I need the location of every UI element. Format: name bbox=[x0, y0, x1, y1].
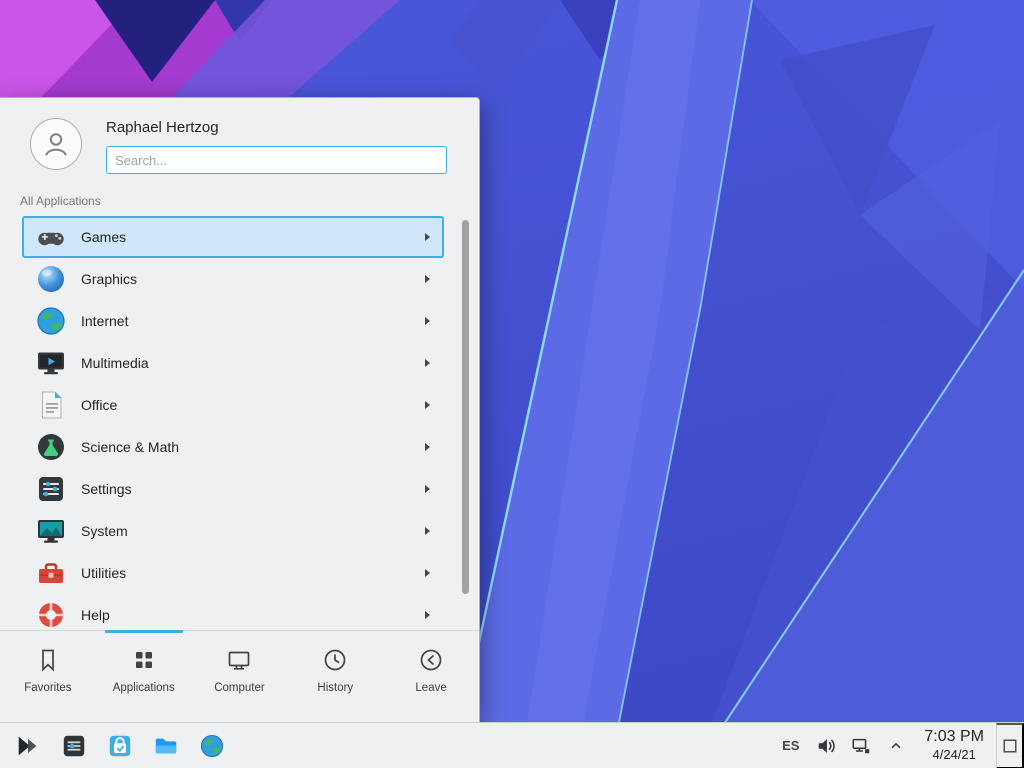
category-label: Games bbox=[81, 229, 411, 245]
volume-tray-icon[interactable] bbox=[815, 735, 837, 757]
category-item-multimedia[interactable]: Multimedia bbox=[22, 342, 444, 384]
chevron-right-icon bbox=[425, 359, 430, 367]
category-label: Graphics bbox=[81, 271, 411, 287]
show-desktop-button[interactable] bbox=[996, 723, 1024, 768]
keyboard-layout-indicator[interactable]: ES bbox=[782, 738, 799, 753]
document-icon bbox=[35, 389, 67, 421]
clock-icon bbox=[322, 647, 348, 673]
tab-label: Applications bbox=[113, 682, 175, 694]
chevron-right-icon bbox=[425, 485, 430, 493]
category-label: Office bbox=[81, 397, 411, 413]
leave-icon bbox=[418, 647, 444, 673]
file-manager-task-button[interactable] bbox=[146, 726, 186, 766]
category-item-office[interactable]: Office bbox=[22, 384, 444, 426]
category-item-games[interactable]: Games bbox=[22, 216, 444, 258]
software-center-icon bbox=[107, 733, 133, 759]
tab-label: History bbox=[317, 682, 353, 694]
system-settings-task-button[interactable] bbox=[54, 726, 94, 766]
chevron-right-icon bbox=[425, 611, 430, 619]
chevron-right-icon bbox=[425, 275, 430, 283]
media-player-icon bbox=[35, 347, 67, 379]
section-label: All Applications bbox=[20, 194, 479, 208]
application-launcher: Raphael Hertzog All Applications Games bbox=[0, 97, 480, 722]
globe-icon bbox=[35, 305, 67, 337]
category-label: Utilities bbox=[81, 565, 411, 581]
category-item-graphics[interactable]: Graphics bbox=[22, 258, 444, 300]
category-item-utilities[interactable]: Utilities bbox=[22, 552, 444, 594]
category-label: Multimedia bbox=[81, 355, 411, 371]
tab-label: Computer bbox=[214, 682, 265, 694]
tab-applications[interactable]: Applications bbox=[96, 631, 192, 722]
system-monitor-icon bbox=[35, 515, 67, 547]
category-label: Settings bbox=[81, 481, 411, 497]
launcher-header: Raphael Hertzog bbox=[0, 98, 479, 184]
chevron-right-icon bbox=[425, 317, 430, 325]
category-label: Help bbox=[81, 607, 411, 623]
category-label: Science & Math bbox=[81, 439, 411, 455]
tab-label: Leave bbox=[415, 682, 446, 694]
tab-leave[interactable]: Leave bbox=[383, 631, 479, 722]
category-item-science-math[interactable]: Science & Math bbox=[22, 426, 444, 468]
category-item-system[interactable]: System bbox=[22, 510, 444, 552]
tray-expander[interactable] bbox=[885, 735, 907, 757]
chevron-right-icon bbox=[425, 569, 430, 577]
tab-label: Favorites bbox=[24, 682, 71, 694]
show-desktop-icon bbox=[1002, 738, 1018, 754]
lifebuoy-icon bbox=[35, 599, 67, 630]
tab-computer[interactable]: Computer bbox=[192, 631, 288, 722]
chevron-up-icon bbox=[889, 739, 903, 753]
computer-icon bbox=[226, 647, 252, 673]
app-launcher-icon bbox=[15, 733, 41, 759]
folder-icon bbox=[153, 733, 179, 759]
category-item-internet[interactable]: Internet bbox=[22, 300, 444, 342]
sliders-icon bbox=[35, 473, 67, 505]
web-browser-task-button[interactable] bbox=[192, 726, 232, 766]
chevron-right-icon bbox=[425, 401, 430, 409]
launcher-header-right: Raphael Hertzog bbox=[106, 118, 447, 174]
chevron-right-icon bbox=[425, 527, 430, 535]
category-label: Internet bbox=[81, 313, 411, 329]
chevron-right-icon bbox=[425, 233, 430, 241]
sliders-dark-icon bbox=[61, 733, 87, 759]
clock-time: 7:03 PM bbox=[924, 728, 984, 747]
category-label: System bbox=[81, 523, 411, 539]
graphics-sphere-icon bbox=[35, 263, 67, 295]
speaker-icon bbox=[816, 736, 836, 756]
category-list: Games Graphics bbox=[0, 216, 479, 630]
network-icon bbox=[851, 736, 871, 756]
bookmark-icon bbox=[35, 647, 61, 673]
search-input[interactable] bbox=[106, 146, 447, 174]
category-item-settings[interactable]: Settings bbox=[22, 468, 444, 510]
clock-date: 4/24/21 bbox=[924, 747, 984, 762]
user-name: Raphael Hertzog bbox=[106, 119, 447, 136]
tab-history[interactable]: History bbox=[287, 631, 383, 722]
tab-favorites[interactable]: Favorites bbox=[0, 631, 96, 722]
taskbar: ES 7:03 PM 4/24/21 bbox=[0, 722, 1024, 768]
list-scrollbar[interactable] bbox=[462, 220, 469, 594]
app-launcher-button[interactable] bbox=[8, 726, 48, 766]
gamepad-icon bbox=[35, 221, 67, 253]
toolbox-icon bbox=[35, 557, 67, 589]
flask-icon bbox=[35, 431, 67, 463]
clock[interactable]: 7:03 PM 4/24/21 bbox=[924, 728, 984, 762]
discover-task-button[interactable] bbox=[100, 726, 140, 766]
network-tray-icon[interactable] bbox=[850, 735, 872, 757]
category-item-help[interactable]: Help bbox=[22, 594, 444, 630]
chevron-right-icon bbox=[425, 443, 430, 451]
user-avatar-icon bbox=[40, 128, 72, 160]
launcher-footer: Favorites Applications Computer bbox=[0, 630, 479, 722]
user-avatar[interactable] bbox=[30, 118, 82, 170]
browser-globe-icon bbox=[199, 733, 225, 759]
grid-icon bbox=[131, 647, 157, 673]
